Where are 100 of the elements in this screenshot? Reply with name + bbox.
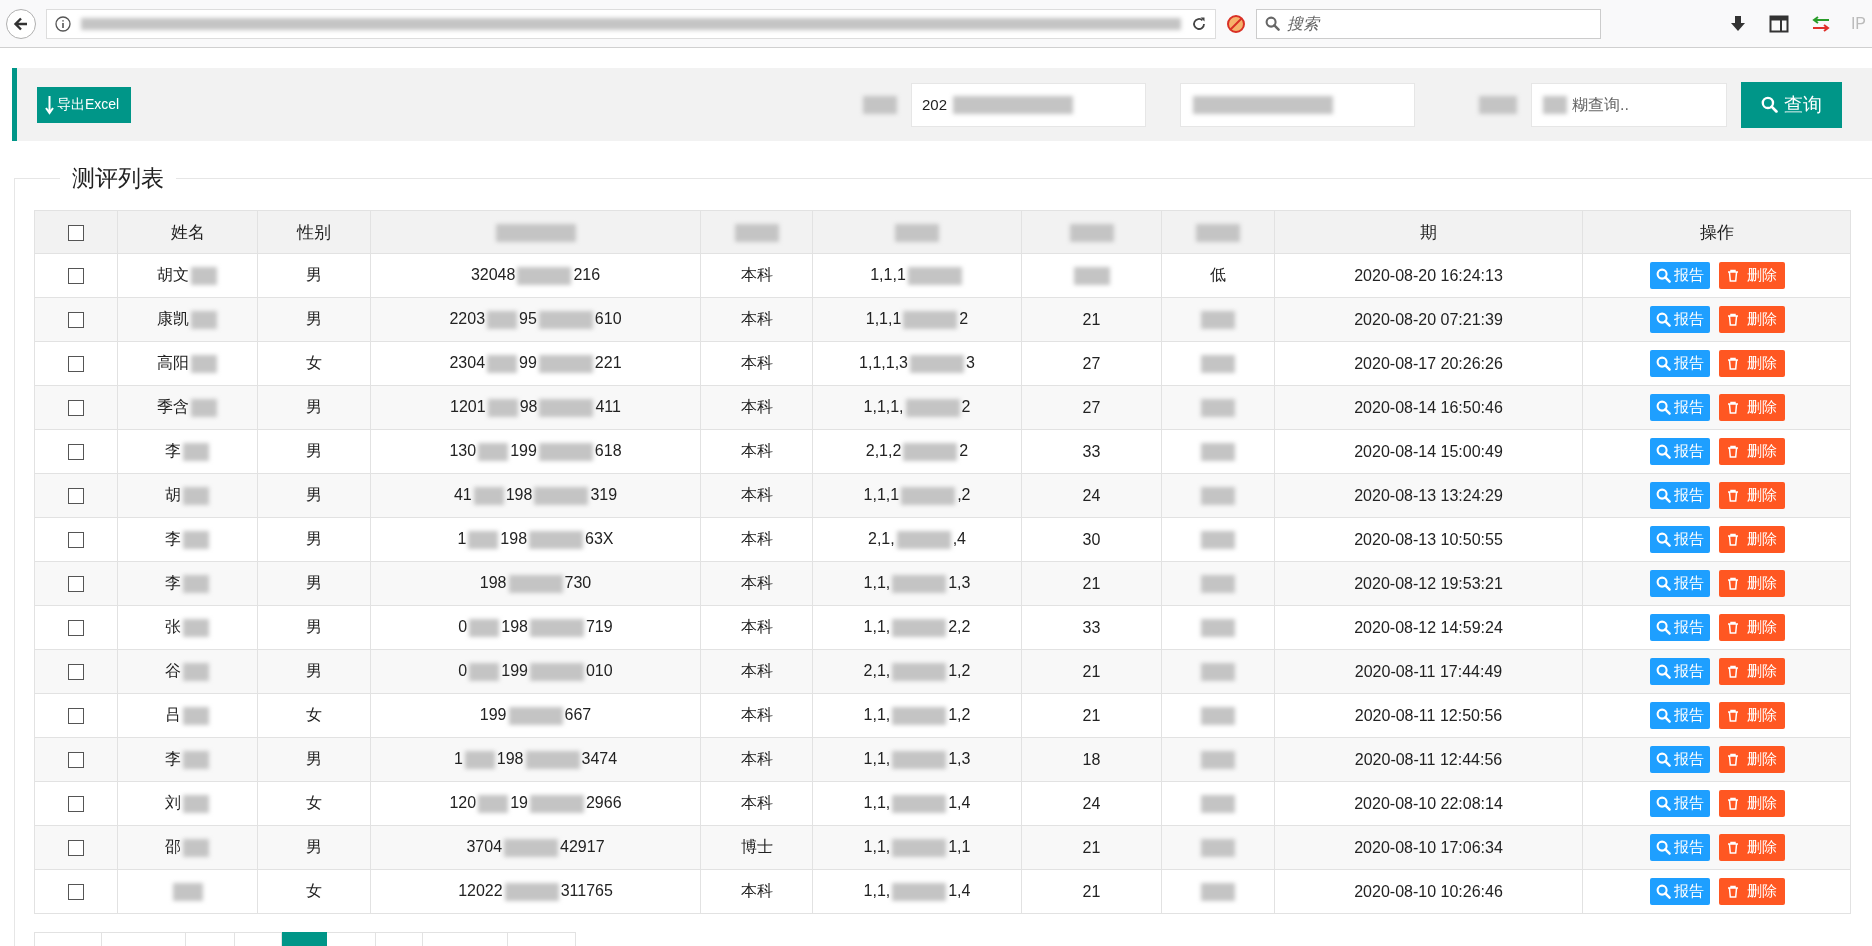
table-cell: 2020-08-11 17:44:49 — [1354, 662, 1503, 680]
table-cell: 719 — [585, 618, 613, 636]
delete-button[interactable]: 删除 — [1719, 306, 1785, 333]
table-cell: 30 — [1082, 530, 1101, 548]
delete-button[interactable]: 删除 — [1719, 834, 1785, 861]
delete-button[interactable]: 删除 — [1719, 526, 1785, 553]
table-cell: 198 — [501, 618, 528, 636]
table-cell: 2020-08-12 19:53:21 — [1354, 574, 1503, 592]
search-button[interactable]: 查询 — [1741, 81, 1842, 128]
table-cell: 21 — [1082, 882, 1101, 900]
table-cell: 本科 — [740, 662, 773, 679]
table-cell: 95 — [519, 310, 537, 328]
table-cell: 2,1, — [868, 530, 895, 548]
report-button[interactable]: 报告 — [1650, 834, 1710, 861]
table-cell: 2020-08-11 12:50:56 — [1354, 706, 1503, 724]
field-value: 202 — [922, 96, 948, 113]
delete-button[interactable]: 删除 — [1719, 702, 1785, 729]
report-button[interactable]: 报告 — [1650, 482, 1710, 509]
table-cell: 42917 — [560, 838, 605, 856]
table-cell: 33 — [1082, 618, 1101, 636]
export-button[interactable]: 导出Excel — [37, 86, 132, 123]
table-cell: 010 — [585, 662, 613, 680]
table-cell: 618 — [594, 442, 622, 460]
table-cell: 2020-08-20 16:24:13 — [1354, 266, 1503, 284]
table-cell: 32048 — [470, 266, 516, 284]
table-cell: 2020-08-13 10:50:55 — [1354, 530, 1503, 548]
table-cell: 男 — [306, 530, 322, 547]
report-button[interactable]: 报告 — [1650, 570, 1710, 597]
report-button[interactable]: 报告 — [1650, 702, 1710, 729]
table-cell: 24 — [1082, 794, 1101, 812]
report-button[interactable]: 报告 — [1650, 394, 1710, 421]
report-button[interactable]: 报告 — [1650, 658, 1710, 685]
report-button[interactable]: 报告 — [1650, 614, 1710, 641]
table-cell: 1,1, — [863, 618, 891, 636]
table-cell: 本科 — [740, 882, 773, 899]
date-field[interactable]: 202 — [911, 82, 1146, 127]
table-cell: 730 — [564, 574, 592, 592]
table-cell: 41 — [453, 486, 472, 504]
table-cell: 本科 — [740, 310, 773, 327]
table-cell: 女 — [306, 794, 322, 811]
search-field[interactable]: 搜索 — [1256, 8, 1601, 39]
report-button[interactable]: 报告 — [1650, 350, 1710, 377]
table-cell: 胡文 — [156, 266, 189, 283]
delete-button[interactable]: 删除 — [1719, 658, 1785, 685]
table-cell: 199 — [479, 706, 507, 724]
report-button[interactable]: 报告 — [1650, 262, 1710, 289]
table-cell: 221 — [594, 354, 622, 372]
table-cell: 本科 — [740, 618, 773, 635]
table-cell: 12022 — [458, 882, 503, 900]
table-cell: 311765 — [560, 882, 613, 900]
table-cell: 男 — [306, 662, 322, 679]
table-cell: 99 — [519, 354, 537, 372]
table-cell: 李 — [164, 574, 181, 591]
table-cell: 1 — [453, 750, 463, 768]
report-button[interactable]: 报告 — [1650, 878, 1710, 905]
table-cell: 3474 — [581, 750, 618, 768]
table-cell: 667 — [564, 706, 592, 724]
table-cell: 2020-08-10 17:06:34 — [1354, 838, 1503, 856]
table-cell: 2966 — [585, 794, 622, 812]
delete-button[interactable]: 删除 — [1719, 790, 1785, 817]
table-cell: 高阳 — [156, 354, 189, 371]
report-button[interactable]: 报告 — [1650, 746, 1710, 773]
table-cell: 1,1, — [863, 882, 891, 900]
report-button[interactable]: 报告 — [1650, 438, 1710, 465]
delete-button[interactable]: 删除 — [1719, 262, 1785, 289]
table-cell: 2,1,2 — [865, 442, 902, 460]
table-cell: 本科 — [740, 354, 773, 371]
delete-button[interactable]: 删除 — [1719, 350, 1785, 377]
table-cell: 男 — [306, 618, 322, 635]
table-cell: 319 — [590, 486, 618, 504]
delete-button[interactable]: 删除 — [1719, 394, 1785, 421]
table-cell: 本科 — [740, 442, 773, 459]
delete-button[interactable]: 删除 — [1719, 878, 1785, 905]
table-cell: 2020-08-14 15:00:49 — [1354, 442, 1503, 460]
report-button[interactable]: 报告 — [1650, 526, 1710, 553]
ip-label[interactable]: IP — [1850, 14, 1866, 33]
table-cell: 610 — [594, 310, 622, 328]
delete-button[interactable]: 删除 — [1719, 482, 1785, 509]
table-cell: 本科 — [740, 398, 773, 415]
table-cell: 18 — [1082, 750, 1101, 768]
delete-button[interactable]: 删除 — [1719, 746, 1785, 773]
table-cell: 吕 — [164, 706, 181, 723]
table-cell: 本科 — [740, 750, 773, 767]
table-cell: 2,1, — [863, 662, 891, 680]
table-cell: 2020-08-11 12:44:56 — [1354, 750, 1503, 768]
table-cell: 2020-08-10 10:26:46 — [1354, 882, 1503, 900]
keyword-field[interactable]: 糊查询.. — [1531, 82, 1727, 127]
report-button[interactable]: 报告 — [1650, 306, 1710, 333]
panel-title: 测评列表 — [71, 164, 165, 193]
delete-button[interactable]: 删除 — [1719, 438, 1785, 465]
table-cell: 3 — [966, 354, 975, 372]
table-cell: 男 — [306, 574, 322, 591]
table-cell: 女 — [306, 706, 322, 723]
delete-button[interactable]: 删除 — [1719, 614, 1785, 641]
report-button[interactable]: 报告 — [1650, 790, 1710, 817]
delete-button[interactable]: 删除 — [1719, 570, 1785, 597]
table-cell: 季含 — [156, 398, 189, 415]
table-cell: 李 — [164, 750, 181, 767]
table-cell: 0 — [458, 618, 468, 636]
table-cell: 2020-08-13 13:24:29 — [1354, 486, 1503, 504]
